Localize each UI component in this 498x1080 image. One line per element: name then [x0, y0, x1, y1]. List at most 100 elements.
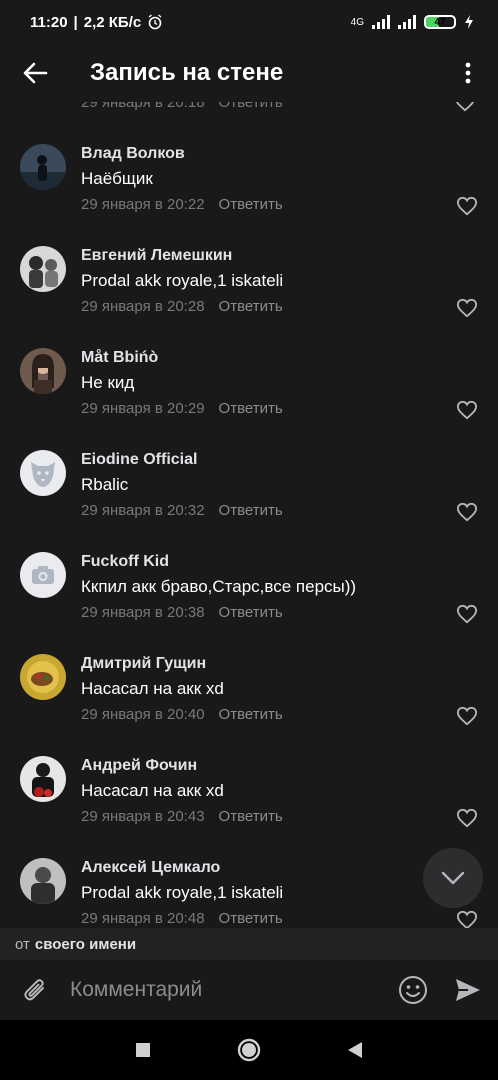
comment-date: 29 января в 20:32: [81, 502, 205, 519]
signal-icon: [372, 15, 390, 29]
avatar[interactable]: [20, 552, 66, 598]
comment-author[interactable]: Måt Bbińò: [81, 349, 158, 367]
avatar[interactable]: [20, 654, 66, 700]
heart-icon[interactable]: [456, 910, 478, 928]
avatar[interactable]: [20, 144, 66, 190]
comment-item: Влад Волков Наёбщик 29 января в 20:22 От…: [0, 144, 498, 246]
comment-text: Насасал на акк xd: [81, 781, 224, 800]
heart-icon[interactable]: [456, 706, 478, 726]
comment-input[interactable]: [70, 978, 388, 1002]
back-button[interactable]: [0, 44, 70, 102]
comment-text: Prodal akk royale,1 iskateli: [81, 271, 284, 290]
dog-icon: [20, 450, 66, 496]
reply-button[interactable]: Ответить: [219, 196, 283, 213]
comment-text: Насасал на акк xd: [81, 679, 224, 698]
reply-button[interactable]: Ответить: [219, 102, 283, 111]
comment-date: 29 января в 20:48: [81, 910, 205, 927]
status-net-speed: 2,2 КБ/с: [83, 13, 142, 31]
reply-button[interactable]: Ответить: [219, 298, 283, 315]
alarm-icon: [148, 14, 162, 30]
avatar[interactable]: [20, 450, 66, 496]
camera-icon: [20, 552, 66, 598]
comment-text: Наёбщик: [81, 169, 153, 188]
comment-author[interactable]: Евгений Лемешкин: [81, 247, 232, 265]
status-divider: |: [73, 13, 78, 31]
reply-button[interactable]: Ответить: [219, 910, 283, 927]
page-title: Запись на стене: [90, 59, 284, 86]
network-type: 4G: [350, 16, 364, 28]
comment-meta: 29 января в 20:48 Ответить: [81, 910, 283, 927]
more-vertical-icon: [465, 62, 471, 84]
comments-feed[interactable]: 29 января в 20:18 Ответить Влад Волков Н…: [0, 102, 498, 928]
smile-icon: [399, 976, 427, 1004]
battery-percent: 47: [434, 16, 446, 28]
heart-icon[interactable]: [456, 196, 478, 216]
comment-meta: 29 января в 20:38 Ответить: [81, 604, 283, 621]
comment-item: Дмитрий Гущин Насасал на акк xd 29 январ…: [0, 654, 498, 756]
comment-author[interactable]: Дмитрий Гущин: [81, 655, 206, 673]
app-header: Запись на стене: [0, 44, 498, 102]
comment-author[interactable]: Fuckoff Kid: [81, 553, 169, 571]
heart-icon[interactable]: [456, 604, 478, 624]
attach-button[interactable]: [0, 960, 70, 1020]
comment-meta: 29 января в 20:29 Ответить: [81, 400, 283, 417]
reply-button[interactable]: Ответить: [219, 502, 283, 519]
more-menu-button[interactable]: [438, 44, 498, 102]
comment-composer: [0, 960, 498, 1020]
comment-item: Fuckoff Kid Ккпил акк браво,Старс,все пе…: [0, 552, 498, 654]
emoji-button[interactable]: [388, 960, 438, 1020]
comment-text: Rbalic: [81, 475, 129, 494]
avatar[interactable]: [20, 858, 66, 904]
post-as-prefix: от: [15, 935, 30, 953]
post-as-selector[interactable]: от своего имени: [0, 928, 498, 960]
comment-author[interactable]: Влад Волков: [81, 145, 185, 163]
back-nav-button[interactable]: [347, 1041, 363, 1059]
comment-author[interactable]: Eiodine Official: [81, 451, 197, 469]
comment-meta: 29 января в 20:43 Ответить: [81, 808, 283, 825]
home-button[interactable]: [237, 1038, 261, 1062]
comment-meta: 29 января в 20:32 Ответить: [81, 502, 283, 519]
comment-text: Prodal akk royale,1 iskateli: [81, 883, 284, 902]
heart-icon[interactable]: [456, 400, 478, 420]
avatar[interactable]: [20, 348, 66, 394]
heart-icon[interactable]: [456, 502, 478, 522]
reply-button[interactable]: Ответить: [219, 604, 283, 621]
status-time: 11:20: [30, 13, 68, 31]
heart-icon[interactable]: [454, 102, 476, 112]
recent-apps-button[interactable]: [135, 1042, 151, 1058]
comment-date: 29 января в 20:29: [81, 400, 205, 417]
comment-author[interactable]: Алексей Цемкало: [81, 859, 220, 877]
comment-item: Евгений Лемешкин Prodal akk royale,1 isk…: [0, 246, 498, 348]
avatar[interactable]: [20, 756, 66, 802]
chevron-down-icon: [441, 871, 465, 885]
signal-icon-2: [398, 15, 416, 29]
comment-date: 29 января в 20:28: [81, 298, 205, 315]
status-right: 4G 47: [351, 15, 474, 29]
partial-comment-meta: 29 января в 20:18 Ответить: [81, 102, 283, 111]
system-nav-bar: [0, 1020, 498, 1080]
comment-date: 29 января в 20:22: [81, 196, 205, 213]
heart-icon[interactable]: [456, 298, 478, 318]
paperclip-icon: [24, 979, 44, 1001]
reply-button[interactable]: Ответить: [219, 706, 283, 723]
comment-item: Eiodine Official Rbalic 29 января в 20:3…: [0, 450, 498, 552]
arrow-left-icon: [23, 62, 48, 84]
send-button[interactable]: [438, 960, 498, 1020]
comment-date: 29 января в 20:38: [81, 604, 205, 621]
comment-date: 29 января в 20:40: [81, 706, 205, 723]
comment-author[interactable]: Андрей Фочин: [81, 757, 197, 775]
heart-icon[interactable]: [456, 808, 478, 828]
avatar[interactable]: [20, 246, 66, 292]
send-icon: [456, 979, 480, 1001]
battery-icon: 47: [424, 15, 456, 29]
reply-button[interactable]: Ответить: [219, 400, 283, 417]
comment-text: Ккпил акк браво,Старс,все персы)): [81, 577, 357, 596]
comment-meta: 29 января в 20:40 Ответить: [81, 706, 283, 723]
comment-meta: 29 января в 20:22 Ответить: [81, 196, 283, 213]
charging-icon: [465, 15, 473, 29]
comment-text: Не кид: [81, 373, 135, 392]
status-left: 11:20 | 2,2 КБ/с: [30, 14, 163, 31]
comment-date: 29 января в 20:18: [81, 102, 205, 111]
scroll-down-button[interactable]: [423, 848, 483, 908]
reply-button[interactable]: Ответить: [219, 808, 283, 825]
